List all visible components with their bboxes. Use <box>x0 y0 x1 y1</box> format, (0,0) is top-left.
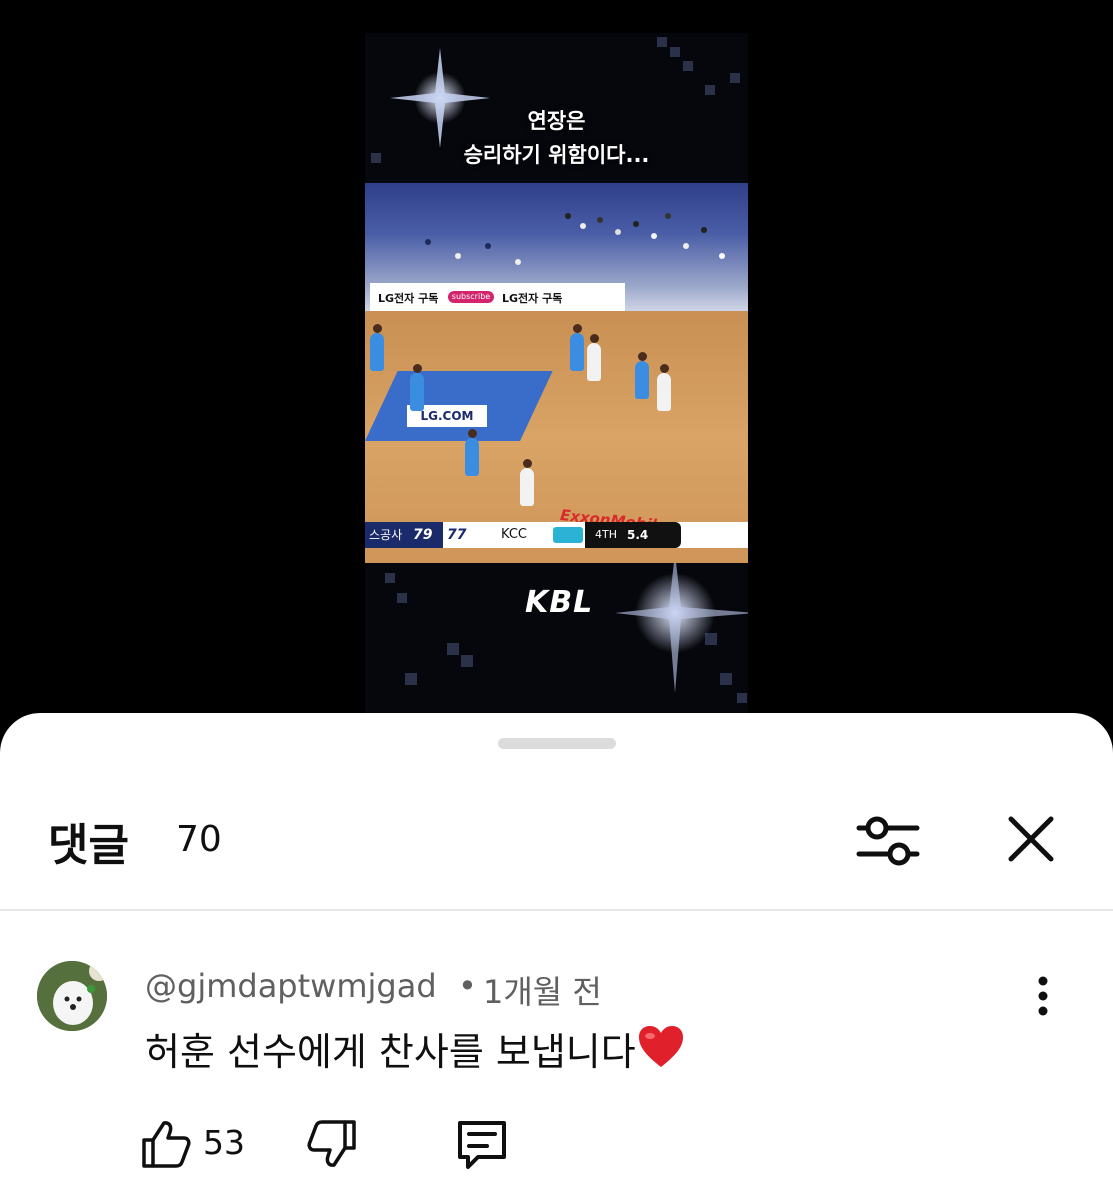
comment-text: 허훈 선수에게 찬사를 보냅니다 <box>145 1021 684 1076</box>
arena-stands: LG전자 구독 subscribe LG전자 구독 <box>365 183 748 311</box>
team-logo-icon <box>553 527 583 543</box>
decor-pixel <box>657 37 667 47</box>
reply-icon[interactable] <box>454 1117 510 1173</box>
kbl-logo: KBL <box>525 585 594 620</box>
sparkle-icon <box>615 553 748 693</box>
home-team: 스공사 79 <box>365 522 443 548</box>
scoreboard: 스공사 79 77 KCC 4TH 5.4 <box>365 522 748 548</box>
meta-separator: • <box>458 967 477 1005</box>
decor-pixel <box>683 61 693 71</box>
video-player[interactable]: 연장은 승리하기 위함이다... LG전자 구독 subscribe LG전자 … <box>0 0 1113 740</box>
game-footage: LG전자 구독 subscribe LG전자 구독 LG.COM ExxonMo… <box>365 183 748 563</box>
decor-pixel <box>461 655 473 667</box>
player <box>520 459 534 506</box>
decor-pixel <box>385 573 395 583</box>
decor-pixel <box>405 673 417 685</box>
comment-body: 허훈 선수에게 찬사를 보냅니다 <box>145 1030 636 1074</box>
thumbs-down-icon[interactable] <box>306 1118 358 1170</box>
video-caption: 연장은 <box>527 109 586 133</box>
player <box>657 364 671 411</box>
comments-count: 70 <box>176 819 222 860</box>
close-icon[interactable] <box>1003 811 1059 867</box>
decor-pixel <box>730 73 740 83</box>
avatar[interactable] <box>37 961 107 1031</box>
player <box>570 324 584 371</box>
comment-author[interactable]: @gjmdaptwmjgad <box>145 967 437 1005</box>
decor-pixel <box>705 85 715 95</box>
game-clock: 4TH 5.4 <box>585 522 681 548</box>
decor-pixel <box>397 593 407 603</box>
thumbs-up-icon[interactable] <box>140 1118 192 1170</box>
sparkle-icon <box>390 48 490 148</box>
drag-handle[interactable] <box>498 738 616 749</box>
player <box>587 334 601 381</box>
divider <box>0 909 1113 911</box>
away-team-name: KCC <box>501 527 527 542</box>
comments-title: 댓글 <box>48 820 129 871</box>
decor-pixel <box>670 47 680 57</box>
player <box>465 429 479 476</box>
more-vert-icon[interactable] <box>1025 975 1061 1017</box>
sliders-icon[interactable] <box>855 808 921 874</box>
banner-text: LG전자 구독 <box>378 292 439 305</box>
decor-pixel <box>447 643 459 655</box>
heart-emoji-icon <box>638 1026 683 1067</box>
like-count: 53 <box>203 1123 245 1162</box>
away-team-score: 77 <box>447 527 467 543</box>
game-time: 5.4 <box>627 528 649 542</box>
player <box>370 324 384 371</box>
decor-pixel <box>737 693 747 703</box>
player <box>410 364 424 411</box>
comments-sheet: 댓글 70 @gjmdaptwmjgad • 1개월 전 허훈 선수에게 찬사를… <box>0 713 1113 1200</box>
home-team-name: 스공사 <box>369 528 403 542</box>
video-caption: 승리하기 위함이다... <box>463 143 650 167</box>
game-period: 4TH <box>595 528 617 541</box>
video-frame[interactable]: 연장은 승리하기 위함이다... LG전자 구독 subscribe LG전자 … <box>365 33 748 723</box>
banner-text: LG전자 구독 <box>502 292 563 305</box>
player <box>635 352 649 399</box>
home-team-score: 79 <box>413 527 433 543</box>
comment-time: 1개월 전 <box>483 973 602 1011</box>
banner-pill: subscribe <box>448 291 494 303</box>
ad-banner: LG전자 구독 subscribe LG전자 구독 <box>370 283 625 311</box>
